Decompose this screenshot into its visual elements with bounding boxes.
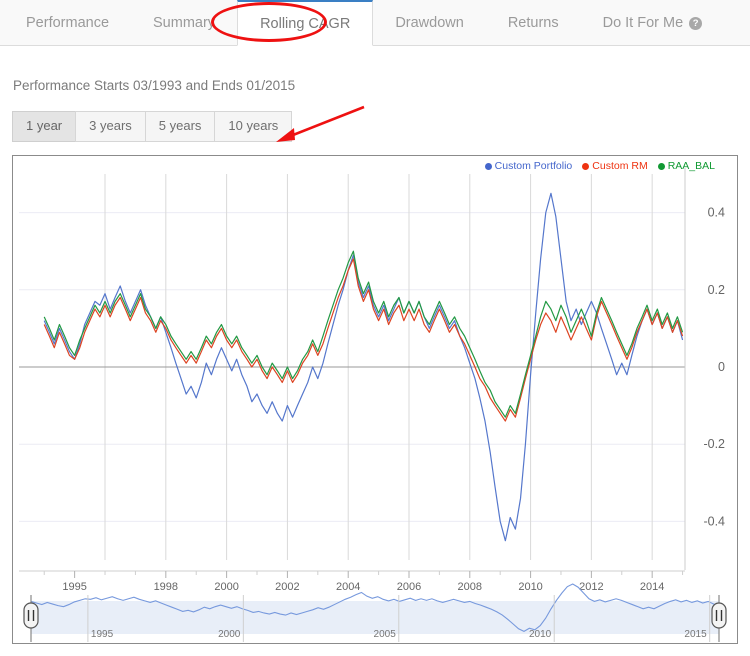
range-handle-right[interactable]: [711, 602, 727, 629]
navigator-tick-label: 2000: [218, 629, 241, 640]
tab-summary[interactable]: Summary: [131, 0, 237, 46]
tab-do-it-for-me[interactable]: Do It For Me ?: [581, 0, 725, 46]
tab-performance[interactable]: Performance: [4, 0, 131, 46]
y-axis-tick-label: -0.4: [703, 514, 725, 528]
navigator-tick-label: 2005: [374, 629, 397, 640]
tab-list: Performance Summary Rolling CAGR Drawdow…: [0, 0, 750, 46]
tab-bar: Performance Summary Rolling CAGR Drawdow…: [0, 0, 750, 46]
range-handle-right-body[interactable]: [711, 602, 727, 629]
range-handle-left[interactable]: [23, 602, 39, 629]
period-button-5-years[interactable]: 5 years: [144, 111, 216, 142]
y-axis-tick-label: 0.4: [708, 206, 725, 220]
period-button-1-year[interactable]: 1 year: [12, 111, 77, 142]
legend-item-custom-portfolio[interactable]: Custom Portfolio: [484, 160, 573, 172]
period-button-3-years[interactable]: 3 years: [75, 111, 146, 142]
x-axis-tick-label: 1998: [154, 581, 178, 593]
rolling-cagr-chart[interactable]: 0.4 0.2 0 -0.2 -0.4 1995 1998 2000 2002 2004 2006 2…: [13, 156, 737, 643]
tab-drawdown-label: Drawdown: [395, 15, 464, 31]
legend-item-raa-bal[interactable]: RAA_BAL: [657, 160, 715, 172]
tab-performance-label: Performance: [26, 15, 110, 31]
chart-panel: Custom Portfolio Custom RM RAA_BAL 0.4 0.…: [12, 155, 738, 644]
x-axis-tick-label: 2008: [458, 581, 482, 593]
tab-drawdown[interactable]: Drawdown: [373, 0, 486, 46]
y-axis-tick-label: 0.2: [708, 283, 725, 297]
tab-returns-label: Returns: [507, 15, 559, 31]
range-handle-left-body[interactable]: [23, 602, 39, 629]
legend-item-custom-rm[interactable]: Custom RM: [582, 160, 648, 172]
legend-label-custom-portfolio: Custom Portfolio: [494, 160, 573, 172]
y-axis-tick-label: -0.2: [703, 437, 725, 451]
navigator-tick-label: 2010: [529, 629, 552, 640]
tab-do-it-for-me-label: Do It For Me: [602, 15, 684, 31]
legend-dot-red-icon: [582, 162, 590, 170]
x-axis-tick-label: 2000: [214, 581, 238, 593]
series-line-raa-bal: [43, 250, 684, 418]
x-axis-tick-label: 2006: [397, 581, 421, 593]
navigator-tick-label: 2015: [684, 629, 707, 640]
chart-legend: Custom Portfolio Custom RM RAA_BAL: [484, 160, 715, 172]
legend-label-custom-rm: Custom RM: [592, 160, 648, 172]
x-axis-tick-label: 1995: [62, 581, 86, 593]
tab-rolling-cagr-label: Rolling CAGR: [260, 15, 351, 32]
tab-rolling-cagr[interactable]: Rolling CAGR: [237, 0, 374, 46]
tab-returns[interactable]: Returns: [486, 0, 581, 46]
series-line-custom-rm: [43, 258, 684, 422]
navigator-tick-label: 1995: [91, 629, 114, 640]
page-subtitle: Performance Starts 03/1993 and Ends 01/2…: [13, 78, 296, 93]
x-axis-tick-label: 2012: [579, 581, 603, 593]
help-circle-icon[interactable]: ?: [689, 16, 703, 30]
y-axis-tick-label: 0: [718, 360, 725, 374]
period-button-10-years[interactable]: 10 years: [214, 111, 293, 142]
period-button-group: 1 year 3 years 5 years 10 years: [12, 111, 293, 142]
legend-dot-green-icon: [657, 162, 665, 170]
x-axis-tick-label: 2014: [640, 581, 664, 593]
legend-dot-blue-icon: [484, 162, 492, 170]
x-axis-tick-label: 2002: [275, 581, 299, 593]
x-axis-tick-label: 2004: [336, 581, 360, 593]
tab-summary-label: Summary: [153, 15, 216, 31]
x-axis-tick-label: 2010: [518, 581, 542, 593]
legend-label-raa-bal: RAA_BAL: [667, 160, 715, 172]
